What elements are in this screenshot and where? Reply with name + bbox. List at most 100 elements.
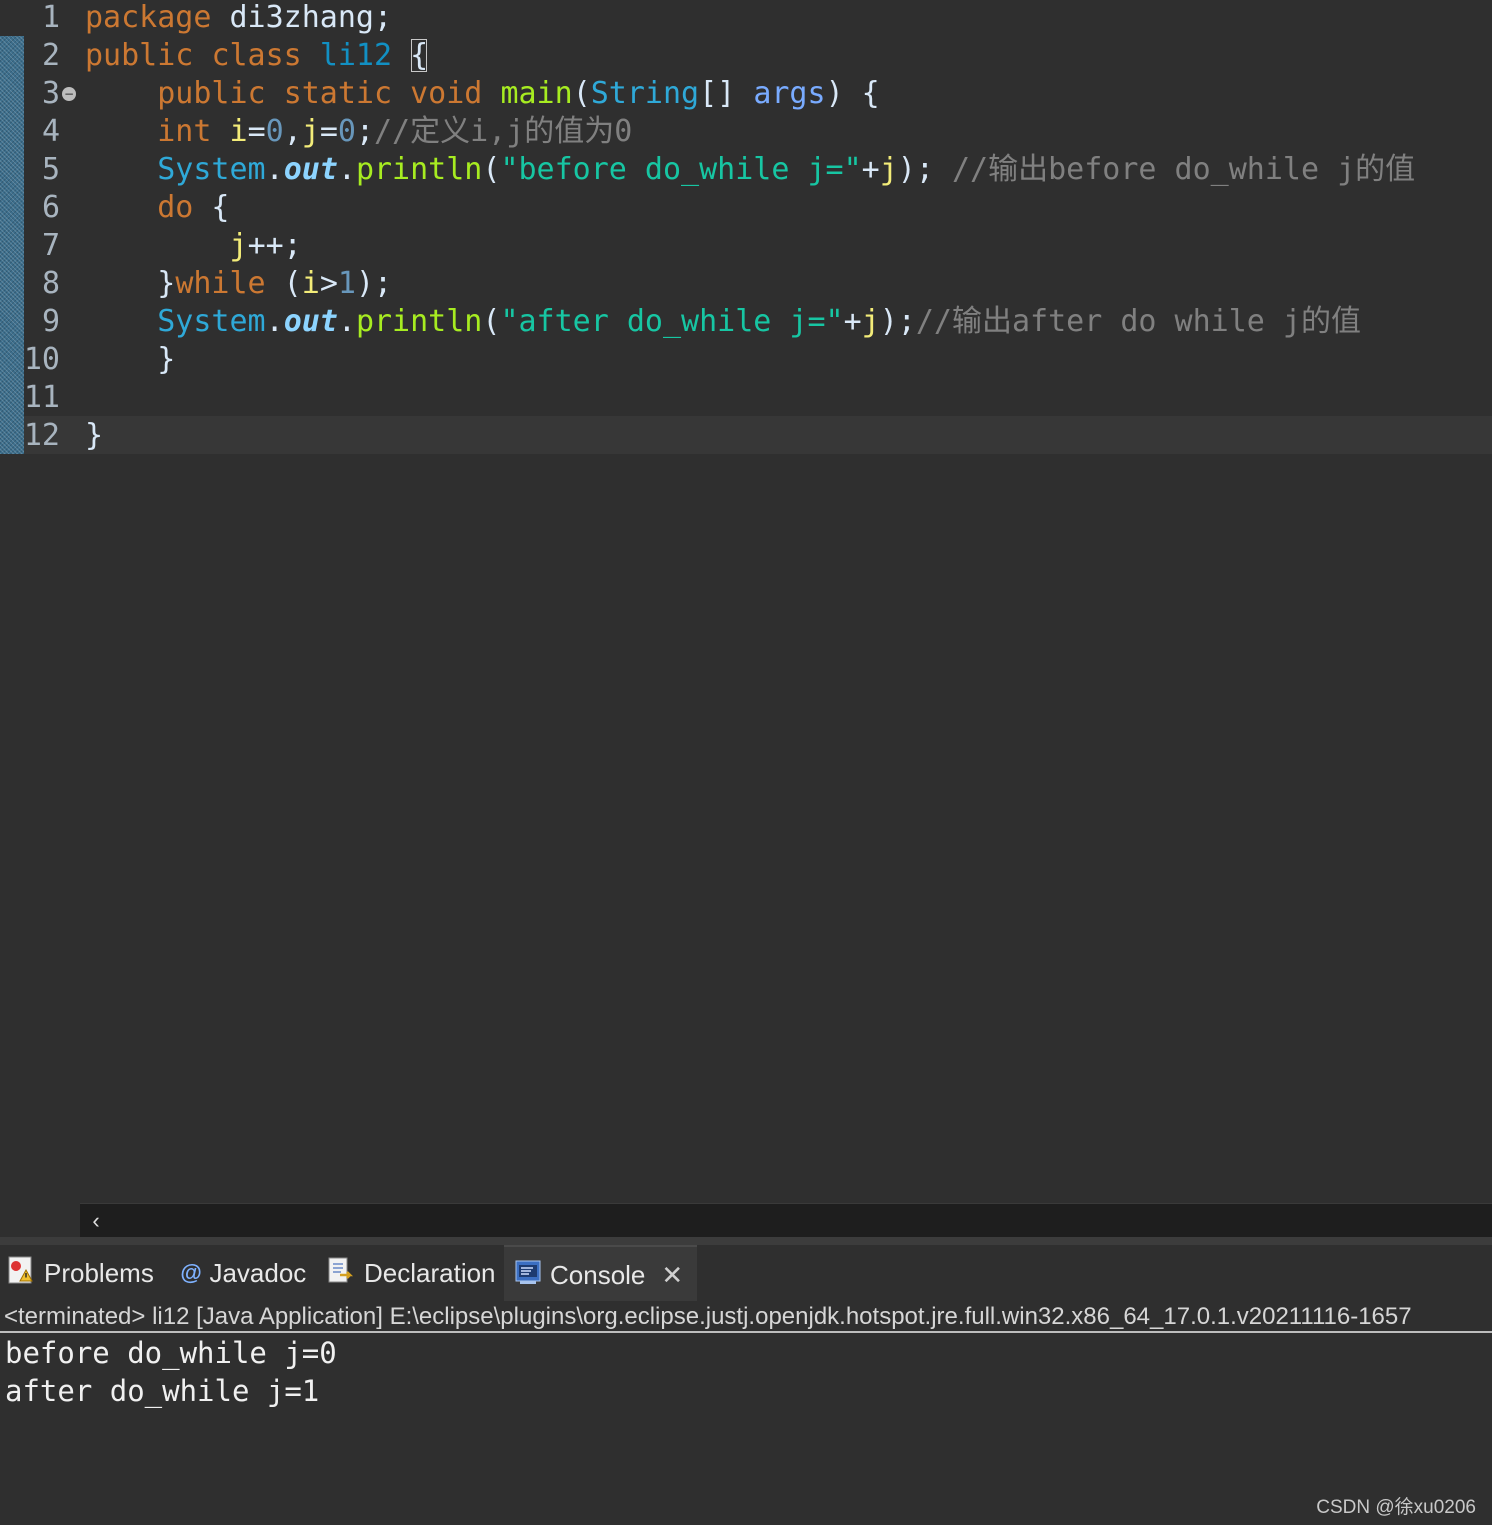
panel-divider[interactable] [0, 1237, 1492, 1245]
code-token: } [85, 342, 176, 377]
code-token: "before do_while j=" [500, 152, 862, 187]
code-line[interactable]: 9 System.out.println("after do_while j="… [0, 303, 1492, 341]
code-token: println [355, 304, 483, 339]
scrollbar-gutter [0, 1203, 80, 1237]
code-line[interactable]: 1 package di3zhang; [0, 0, 1492, 37]
watermark: CSDN @徐xu0206 [1316, 1497, 1476, 1518]
console-output-line[interactable]: before do_while j=0 [5, 1334, 337, 1372]
code-token: li12 [319, 38, 393, 73]
code-token: out [283, 304, 338, 339]
scroll-left-arrow-icon[interactable]: ‹ [80, 1204, 112, 1238]
code-text: System.out.println("after do_while j="+j… [85, 303, 1361, 341]
code-text: } [85, 341, 175, 379]
console-icon [514, 1258, 542, 1293]
code-text: package di3zhang; [85, 0, 392, 37]
horizontal-scrollbar[interactable]: ‹ [80, 1203, 1492, 1238]
fold-toggle-icon[interactable]: − [62, 87, 76, 101]
code-token: int [157, 114, 212, 149]
code-token: ; [355, 114, 374, 149]
tab-javadoc[interactable]: @ Javadoc [180, 1245, 306, 1301]
declaration-icon [326, 1255, 356, 1292]
code-token: j [229, 228, 248, 263]
code-token: 1 [337, 266, 356, 301]
code-editor[interactable]: 1 package di3zhang; 2 public class li12 {3−… [0, 0, 1492, 1203]
code-token: i [301, 266, 320, 301]
code-token: class [211, 38, 302, 73]
code-text: j++; [85, 227, 302, 265]
code-token: . [265, 304, 284, 339]
code-token: , [283, 114, 302, 149]
code-token: static [283, 76, 393, 111]
code-line[interactable]: 5 System.out.println("before do_while j=… [0, 151, 1492, 189]
console-output-line[interactable]: after do_while j=1 [5, 1372, 319, 1410]
line-number: 6 [41, 190, 60, 225]
problems-icon [6, 1255, 36, 1292]
code-token: main [500, 76, 573, 111]
tab-label: Console [550, 1259, 646, 1290]
code-token: System [157, 152, 266, 187]
code-token: [] [699, 76, 754, 111]
code-line[interactable]: 8 }while (i>1); [0, 265, 1492, 303]
code-line[interactable]: 4 int i=0,j=0;//定义i,j的值为0 [0, 113, 1492, 151]
code-text: }while (i>1); [85, 265, 392, 303]
code-token: { [193, 190, 230, 225]
tab-declaration[interactable]: Declaration [326, 1245, 496, 1301]
line-number: 8 [41, 266, 60, 301]
code-line[interactable]: 6 do { [0, 189, 1492, 227]
line-number: 3 [41, 76, 60, 111]
line-number: 4 [41, 114, 60, 149]
javadoc-icon: @ [180, 1260, 202, 1285]
code-token: { [410, 38, 429, 73]
line-number: 2 [41, 38, 60, 73]
code-token: package [85, 0, 212, 35]
code-token: println [355, 152, 483, 187]
line-number: 9 [41, 304, 60, 339]
code-line[interactable]: 10 } [0, 341, 1492, 379]
code-text: public class li12 { [85, 37, 428, 75]
code-text: do { [85, 189, 230, 227]
code-token: do [157, 190, 194, 225]
code-text: System.out.println("before do_while j="+… [85, 151, 1415, 189]
line-number: 5 [41, 152, 60, 187]
line-number: 7 [41, 228, 60, 263]
close-icon[interactable]: ✕ [661, 1260, 683, 1291]
code-token: 0 [265, 114, 284, 149]
code-token: out [283, 152, 338, 187]
console-launch-info: <terminated> li12 [Java Application] E:\… [0, 1301, 1492, 1333]
code-token: String [590, 76, 700, 111]
code-line[interactable]: 2 public class li12 { [0, 37, 1492, 75]
code-token: while [175, 266, 266, 301]
tab-label: Javadoc [209, 1257, 307, 1288]
tab-label: Declaration [364, 1257, 496, 1288]
code-token: . [337, 152, 356, 187]
code-token: + [843, 304, 862, 339]
tab-console[interactable]: Console ✕ [504, 1245, 698, 1303]
code-token: System [157, 304, 266, 339]
code-line[interactable]: 11 [0, 379, 1492, 417]
code-token: . [265, 152, 284, 187]
code-token: "after do_while j=" [500, 304, 844, 339]
code-token: } [85, 418, 104, 453]
code-token: public [85, 38, 194, 73]
code-token: //输出after do while j的值 [915, 304, 1361, 339]
tab-problems[interactable]: Problems [6, 1245, 154, 1301]
code-token: ) { [825, 76, 880, 111]
code-token: j [301, 114, 320, 149]
code-token: 0 [337, 114, 356, 149]
code-line[interactable]: 12} [0, 417, 1492, 455]
line-number: 12 [23, 418, 60, 453]
code-line[interactable]: 7 j++; [0, 227, 1492, 265]
code-line[interactable]: 3− public static void main(String[] args… [0, 75, 1492, 113]
code-token: ( [572, 76, 591, 111]
